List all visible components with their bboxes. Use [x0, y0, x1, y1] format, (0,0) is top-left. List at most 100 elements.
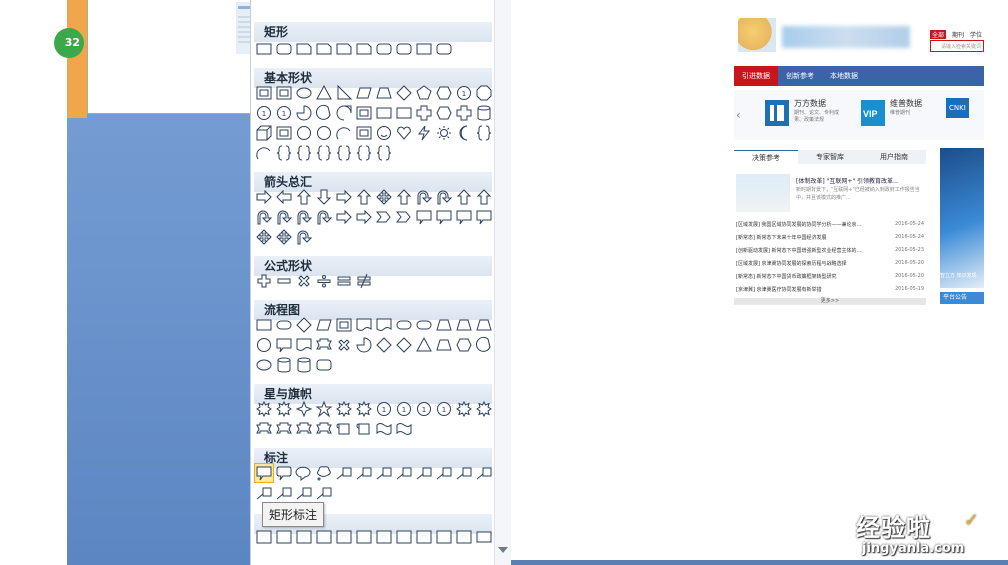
- arrl-shape-icon[interactable]: [275, 188, 293, 206]
- burst-shape-icon[interactable]: [455, 400, 473, 418]
- burst-shape-icon[interactable]: [275, 400, 293, 418]
- doc-shape-icon[interactable]: [295, 336, 313, 354]
- tri-shape-icon[interactable]: [415, 336, 433, 354]
- rect-shape-icon[interactable]: [375, 104, 393, 122]
- call-oval-shape-icon[interactable]: [295, 464, 313, 482]
- brk-shape-icon[interactable]: [475, 124, 493, 142]
- chev-shape-icon[interactable]: [375, 208, 393, 226]
- trap-shape-icon[interactable]: [435, 336, 453, 354]
- call-rect-shape-icon[interactable]: [475, 208, 493, 226]
- trap-shape-icon[interactable]: [435, 316, 453, 334]
- call-cloud-shape-icon[interactable]: [315, 464, 333, 482]
- call-line-shape-icon[interactable]: [295, 484, 313, 502]
- ribbon-shape-icon[interactable]: [295, 420, 313, 438]
- act-shape-icon[interactable]: [375, 528, 393, 546]
- burst-shape-icon[interactable]: [255, 400, 273, 418]
- scroll-shape-icon[interactable]: [335, 420, 353, 438]
- diam-shape-icon[interactable]: [395, 84, 413, 102]
- call-line-shape-icon[interactable]: [435, 464, 453, 482]
- act-shape-icon[interactable]: [275, 528, 293, 546]
- diam-shape-icon[interactable]: [295, 316, 313, 334]
- eq-shape-icon[interactable]: [335, 272, 353, 290]
- slide-thumbnail[interactable]: [87, 0, 336, 114]
- call-line-shape-icon[interactable]: [375, 464, 393, 482]
- ribbon-shape-icon[interactable]: [255, 420, 273, 438]
- call-rrect-shape-icon[interactable]: [275, 464, 293, 482]
- call-line-shape-icon[interactable]: [415, 464, 433, 482]
- rrect-shape-icon[interactable]: [395, 40, 413, 58]
- rrect-shape-icon[interactable]: [375, 40, 393, 58]
- wave-shape-icon[interactable]: [375, 420, 393, 438]
- arru-shape-icon[interactable]: [475, 188, 493, 206]
- brk-shape-icon[interactable]: [275, 144, 293, 162]
- hex-shape-icon[interactable]: [435, 104, 453, 122]
- uturn-shape-icon[interactable]: [295, 228, 313, 246]
- num-shape-icon[interactable]: 1: [395, 400, 413, 418]
- star5-shape-icon[interactable]: [315, 400, 333, 418]
- call-line-shape-icon[interactable]: [335, 464, 353, 482]
- arr-shape-icon[interactable]: [355, 208, 373, 226]
- brk-shape-icon[interactable]: [315, 144, 333, 162]
- burst-shape-icon[interactable]: [475, 400, 493, 418]
- snip-shape-icon[interactable]: [355, 40, 373, 58]
- para-shape-icon[interactable]: [355, 84, 373, 102]
- ribbon-shape-icon[interactable]: [315, 336, 333, 354]
- call-rect-shape-icon[interactable]: [435, 208, 453, 226]
- rrect-shape-icon[interactable]: [315, 356, 333, 374]
- wave-shape-icon[interactable]: [395, 420, 413, 438]
- call-line-shape-icon[interactable]: [315, 484, 333, 502]
- snip-shape-icon[interactable]: [335, 40, 353, 58]
- tri-shape-icon[interactable]: [315, 84, 333, 102]
- cube-shape-icon[interactable]: [255, 124, 273, 142]
- oval-shape-icon[interactable]: [295, 84, 313, 102]
- doc-shape-icon[interactable]: [375, 316, 393, 334]
- rrect-shape-icon[interactable]: [435, 40, 453, 58]
- panel-scrollbar[interactable]: [494, 0, 511, 565]
- arru-shape-icon[interactable]: [455, 188, 473, 206]
- call-line-shape-icon[interactable]: [355, 464, 373, 482]
- act-shape-icon[interactable]: [335, 528, 353, 546]
- arru-shape-icon[interactable]: [395, 188, 413, 206]
- arr4-shape-icon[interactable]: [255, 228, 273, 246]
- rect-shape-icon[interactable]: [255, 316, 273, 334]
- call-line-shape-icon[interactable]: [395, 464, 413, 482]
- neq-shape-icon[interactable]: [355, 272, 373, 290]
- arrd-shape-icon[interactable]: [315, 188, 333, 206]
- tear-shape-icon[interactable]: [335, 104, 353, 122]
- act-shape-icon[interactable]: [295, 528, 313, 546]
- rect-shape-icon[interactable]: [475, 528, 493, 546]
- term-shape-icon[interactable]: [415, 316, 433, 334]
- frame-shape-icon[interactable]: [275, 124, 293, 142]
- act-shape-icon[interactable]: [355, 528, 373, 546]
- act-shape-icon[interactable]: [415, 528, 433, 546]
- act-shape-icon[interactable]: [315, 528, 333, 546]
- minus-shape-icon[interactable]: [275, 272, 293, 290]
- times-shape-icon[interactable]: [295, 272, 313, 290]
- pasted-webpage-screenshot[interactable]: 全部 期刊 学位 请输入检索关键词 引进数据 创新参考 本地数据 ‹ 万方数据期…: [734, 8, 984, 308]
- call-rect-shape-icon[interactable]: [275, 336, 293, 354]
- circ-shape-icon[interactable]: [315, 124, 333, 142]
- call-line-shape-icon[interactable]: [455, 464, 473, 482]
- arr-shape-icon[interactable]: [335, 208, 353, 226]
- doc-shape-icon[interactable]: [355, 316, 373, 334]
- hex-shape-icon[interactable]: [455, 336, 473, 354]
- act-shape-icon[interactable]: [435, 528, 453, 546]
- ribbon-shape-icon[interactable]: [275, 420, 293, 438]
- act-shape-icon[interactable]: [455, 528, 473, 546]
- brk-shape-icon[interactable]: [295, 144, 313, 162]
- frame-shape-icon[interactable]: [355, 124, 373, 142]
- can-shape-icon[interactable]: [475, 104, 493, 122]
- pent-shape-icon[interactable]: [415, 84, 433, 102]
- num-shape-icon[interactable]: 1: [255, 104, 273, 122]
- snip-shape-icon[interactable]: [295, 40, 313, 58]
- num-shape-icon[interactable]: 1: [375, 400, 393, 418]
- circ-shape-icon[interactable]: [295, 124, 313, 142]
- frame-shape-icon[interactable]: [355, 104, 373, 122]
- bolt-shape-icon[interactable]: [415, 124, 433, 142]
- rect-shape-icon[interactable]: [415, 40, 433, 58]
- smile-shape-icon[interactable]: [375, 124, 393, 142]
- arc-shape-icon[interactable]: [335, 124, 353, 142]
- snip-shape-icon[interactable]: [315, 40, 333, 58]
- rtri-shape-icon[interactable]: [335, 84, 353, 102]
- trap-shape-icon[interactable]: [455, 316, 473, 334]
